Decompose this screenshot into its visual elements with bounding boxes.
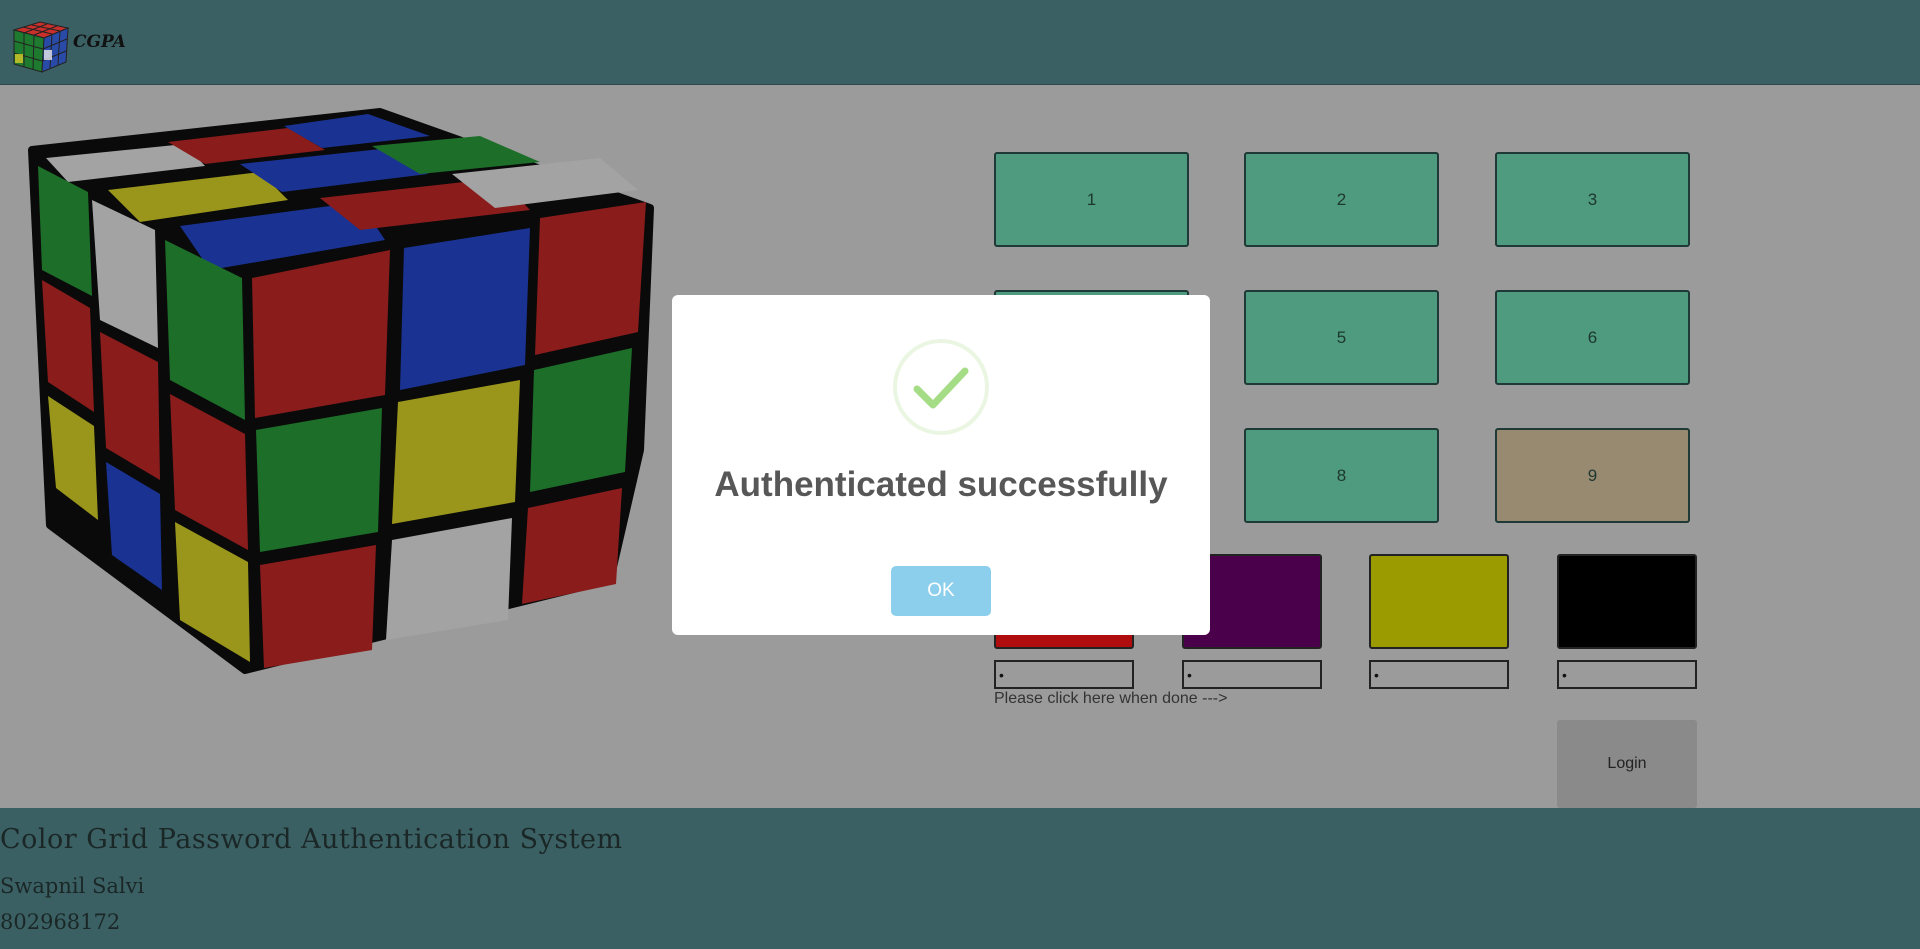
grid-button-5[interactable]: 5 <box>1244 290 1439 385</box>
grid-button-8[interactable]: 8 <box>1244 428 1439 523</box>
footer-bar: Color Grid Password Authentication Syste… <box>0 808 1920 949</box>
password-input-4[interactable] <box>1557 660 1697 689</box>
footer-id: 802968172 <box>0 910 121 934</box>
success-check-icon <box>893 339 989 435</box>
password-input-1[interactable] <box>994 660 1134 689</box>
grid-button-9[interactable]: 9 <box>1495 428 1690 523</box>
rubiks-cube-logo-icon <box>12 21 70 73</box>
grid-button-3[interactable]: 3 <box>1495 152 1690 247</box>
footer-title: Color Grid Password Authentication Syste… <box>0 824 623 855</box>
password-input-3[interactable] <box>1369 660 1509 689</box>
grid-button-6[interactable]: 6 <box>1495 290 1690 385</box>
grid-button-1[interactable]: 1 <box>994 152 1189 247</box>
success-dialog: Authenticated successfully OK <box>672 295 1210 635</box>
header-bar: CGPA <box>0 0 1920 85</box>
logo-text: CGPA <box>73 32 126 52</box>
color-swatch-yellow[interactable] <box>1369 554 1509 649</box>
color-swatch-black[interactable] <box>1557 554 1697 649</box>
done-hint-link[interactable]: Please click here when done ---> <box>994 690 1227 708</box>
rubiks-cube-illustration <box>28 108 654 674</box>
dialog-title: Authenticated successfully <box>714 465 1168 504</box>
password-input-2[interactable] <box>1182 660 1322 689</box>
footer-author: Swapnil Salvi <box>0 874 145 898</box>
ok-button[interactable]: OK <box>891 566 991 616</box>
login-button[interactable]: Login <box>1557 720 1697 808</box>
grid-button-2[interactable]: 2 <box>1244 152 1439 247</box>
